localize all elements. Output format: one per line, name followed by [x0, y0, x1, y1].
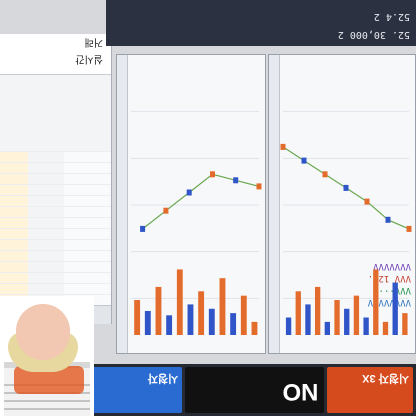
volume-bar	[353, 295, 360, 335]
order-row[interactable]	[0, 272, 111, 283]
volume-bar	[230, 313, 237, 335]
order-row[interactable]	[0, 151, 111, 162]
volume-bar	[240, 295, 247, 335]
candle	[256, 183, 262, 190]
chart-b-svg[interactable]	[125, 55, 265, 353]
candle	[322, 171, 328, 178]
grid	[131, 111, 259, 299]
volume-bar	[219, 278, 226, 335]
volume-bar	[373, 269, 379, 335]
candle	[233, 177, 239, 184]
order-row[interactable]	[0, 184, 111, 195]
candle	[301, 157, 307, 164]
volume-bar	[334, 300, 340, 335]
candle	[186, 189, 192, 196]
volume-bar	[344, 308, 350, 335]
order-book-panel[interactable]: 실시간 거래	[0, 34, 112, 324]
streamer-face	[16, 304, 70, 360]
order-row[interactable]	[0, 250, 111, 261]
candle	[280, 143, 286, 150]
moving-average-line	[142, 173, 260, 230]
thumbnail-2-caption: NO	[282, 378, 319, 405]
volume-bar	[382, 321, 389, 335]
status-row-1: 52. 30,000 2	[338, 29, 410, 40]
candle	[364, 198, 370, 205]
candle	[385, 216, 391, 223]
order-row[interactable]	[0, 283, 111, 294]
thumbnail-3-caption: 시청자	[147, 372, 179, 384]
order-book-rows	[0, 151, 111, 305]
status-value-1: 52.	[391, 29, 410, 40]
price-chart-panel-a[interactable]: VVVVVVVV VVV··· VVV 124. VVVVVVV	[268, 54, 416, 354]
volume-bar	[208, 308, 215, 335]
order-row[interactable]	[0, 206, 111, 217]
volume-bar	[314, 286, 321, 335]
status-value-5: 2	[373, 11, 380, 22]
volume-bar	[324, 321, 331, 335]
volume-bar	[144, 310, 151, 335]
thumbnail-2[interactable]: NO	[185, 367, 325, 413]
order-row[interactable]	[0, 217, 111, 228]
status-value-3: 2	[337, 29, 344, 40]
volume-bar	[392, 282, 398, 335]
footer-line-1: 실시간	[75, 53, 103, 64]
order-row[interactable]	[0, 195, 111, 206]
volume-bar	[295, 291, 301, 335]
order-row[interactable]	[0, 162, 111, 173]
volume-bar	[155, 286, 162, 335]
candle	[140, 225, 146, 232]
order-book-footer: 실시간 거래	[0, 34, 111, 75]
order-row[interactable]	[0, 239, 111, 250]
order-row[interactable]	[0, 228, 111, 239]
candle	[210, 171, 215, 178]
volume-bar	[305, 304, 311, 335]
volume-bar	[198, 291, 205, 335]
volume-bar	[363, 317, 369, 335]
status-bar: 52. 30,000 2 52.4 2	[106, 0, 416, 46]
status-row-2: 52.4 2	[374, 11, 410, 22]
thumbnail-1[interactable]: 시청자 3X	[327, 367, 413, 413]
price-chart-panel-b[interactable]	[116, 54, 266, 354]
candle	[406, 225, 412, 232]
volume-bar	[176, 269, 183, 335]
chart-a-svg[interactable]	[277, 55, 415, 353]
volume-bar	[187, 304, 194, 335]
rotated-screenshot: 시청자 3X NO 시청자 뉴스 VVVVVVVV VVV··· VVV 124…	[0, 0, 416, 416]
footer-line-2: 거래	[84, 36, 103, 47]
volume-bar	[285, 317, 292, 335]
candle	[343, 184, 349, 191]
thumbnail-1-caption: 시청자 3X	[362, 372, 409, 384]
volume-bar	[402, 313, 408, 335]
grid	[283, 111, 409, 299]
status-value-2: 30,000	[349, 29, 386, 40]
volume-bar	[251, 321, 258, 335]
order-row[interactable]	[0, 261, 111, 272]
candle	[163, 207, 169, 214]
volume-bar	[166, 315, 173, 335]
status-value-4: 52.4	[385, 11, 410, 22]
streamer-cam	[0, 296, 94, 416]
volume-bar	[134, 300, 141, 335]
order-row[interactable]	[0, 173, 111, 184]
